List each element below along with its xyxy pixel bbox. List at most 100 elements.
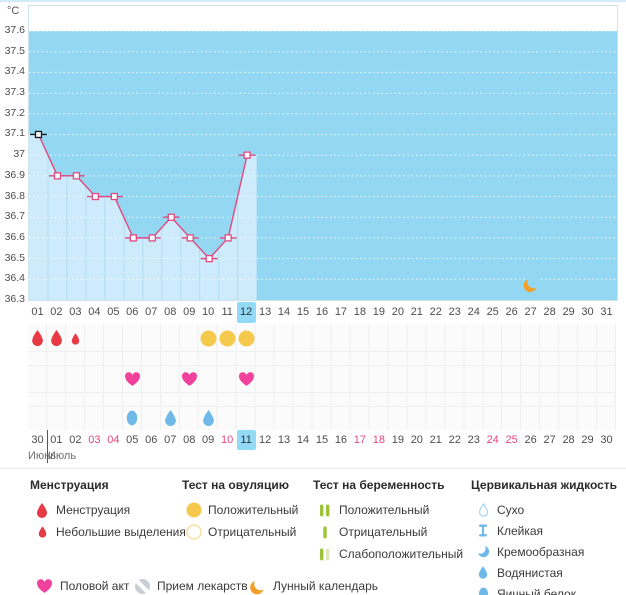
day-cell[interactable]: 26 <box>502 302 521 323</box>
day-cell[interactable]: 20 <box>407 430 426 450</box>
day-cell[interactable]: 30 <box>578 302 597 323</box>
day-cell[interactable]: 01 <box>47 430 66 450</box>
y-tick-label: 36.9 <box>4 168 25 181</box>
day-cell[interactable]: 04 <box>85 302 104 323</box>
circle-filled-yellow-icon <box>185 502 203 518</box>
day-cell[interactable]: 25 <box>502 430 521 450</box>
day-cell[interactable]: 03 <box>85 430 104 450</box>
day-cell[interactable]: 14 <box>294 430 313 450</box>
day-cell[interactable]: 11 <box>218 302 237 323</box>
y-tick-label: 36.4 <box>4 272 25 285</box>
day-cell[interactable]: 02 <box>47 302 66 323</box>
day-cell[interactable]: 21 <box>407 302 426 323</box>
day-cell[interactable]: 25 <box>483 302 502 323</box>
day-cell[interactable]: 08 <box>180 430 199 450</box>
day-cell[interactable]: 22 <box>445 430 464 450</box>
day-cell[interactable]: 01 <box>28 302 47 323</box>
day-cell[interactable]: 24 <box>464 302 483 323</box>
day-cell[interactable]: 22 <box>426 302 445 323</box>
day-cell[interactable]: 03 <box>66 302 85 323</box>
intercourse-heart-icon <box>124 371 141 392</box>
legend-item-label: Клейкая <box>497 523 544 538</box>
day-cell[interactable]: 31 <box>597 302 616 323</box>
legend-item-label: Положительный <box>339 503 430 517</box>
day-cell[interactable]: 06 <box>142 430 161 450</box>
month-label-next: Июль <box>48 450 77 462</box>
day-cell[interactable]: 29 <box>559 302 578 323</box>
day-cell[interactable]: 26 <box>521 430 540 450</box>
drop-filled-icon <box>474 566 492 579</box>
legend-cervical: Цервикальная жидкость Сухо Клейкая Кремо… <box>471 478 617 595</box>
day-cell[interactable]: 02 <box>66 430 85 450</box>
day-cell[interactable]: 06 <box>123 302 142 323</box>
pill-icon <box>135 578 150 594</box>
cervical-fluid-icon <box>202 410 215 431</box>
day-cell[interactable]: 13 <box>256 302 275 323</box>
day-cell[interactable]: 23 <box>464 430 483 450</box>
day-cell[interactable]: 05 <box>123 430 142 450</box>
temperature-plot[interactable] <box>28 5 618 301</box>
day-cell[interactable]: 19 <box>388 430 407 450</box>
drop-outline-icon <box>474 502 492 517</box>
day-cell[interactable]: 16 <box>331 430 350 450</box>
day-cell[interactable]: 17 <box>331 302 350 323</box>
day-cell[interactable]: 28 <box>540 302 559 323</box>
day-cell[interactable]: 12 <box>256 430 275 450</box>
day-cell[interactable]: 28 <box>559 430 578 450</box>
day-cell[interactable]: 29 <box>578 430 597 450</box>
day-cell[interactable]: 10 <box>199 302 218 323</box>
day-cell[interactable]: 23 <box>445 302 464 323</box>
legend-item-label: Менструация <box>56 503 131 517</box>
y-tick-label: 37.1 <box>4 127 25 140</box>
day-cell[interactable]: 15 <box>313 430 332 450</box>
day-cell[interactable]: 21 <box>426 430 445 450</box>
day-cell[interactable]: 17 <box>350 430 369 450</box>
day-cell[interactable]: 15 <box>294 302 313 323</box>
day-cell[interactable]: 04 <box>104 430 123 450</box>
day-cell[interactable]: 16 <box>313 302 332 323</box>
grid-line <box>28 365 616 366</box>
y-tick-label: 36.8 <box>4 189 25 202</box>
drop-large-icon <box>33 502 51 518</box>
legend-item-label: Яичный белок <box>497 586 576 595</box>
day-cell[interactable]: 30 <box>28 430 47 450</box>
legend-separator <box>0 468 626 469</box>
day-cell[interactable]: 08 <box>161 302 180 323</box>
day-cell[interactable]: 12 <box>236 302 256 323</box>
day-cell[interactable]: 14 <box>275 302 294 323</box>
heart-icon <box>36 578 53 594</box>
day-cell[interactable]: 19 <box>369 302 388 323</box>
legend-item-egg-white: Яичный белок <box>471 583 617 595</box>
legend-item-watery: Водянистая <box>471 562 617 583</box>
y-tick-label: 37 <box>13 148 25 161</box>
day-cell[interactable]: 24 <box>483 430 502 450</box>
day-cell[interactable]: 07 <box>142 302 161 323</box>
day-cell[interactable]: 20 <box>388 302 407 323</box>
y-tick-label: 37.6 <box>4 24 25 36</box>
legend-intercourse: Половой акт <box>36 576 129 595</box>
one-green-bar-icon <box>316 526 334 539</box>
grid-line <box>28 406 616 407</box>
legend-menstruation-title: Менструация <box>30 478 109 492</box>
day-cell[interactable]: 18 <box>350 302 369 323</box>
day-cell[interactable]: 07 <box>161 430 180 450</box>
legend-item-spotting: Небольшие выделения <box>30 521 186 543</box>
day-cell[interactable]: 10 <box>218 430 237 450</box>
legend-item-sticky: Клейкая <box>471 520 617 541</box>
temperature-unit-label: °C <box>7 5 20 17</box>
day-cell[interactable]: 09 <box>199 430 218 450</box>
green-pale-bars-icon <box>316 548 334 561</box>
day-cell[interactable]: 18 <box>369 430 388 450</box>
legend-item-label: Слабоположительный <box>339 547 464 561</box>
day-cell[interactable]: 30 <box>597 430 616 450</box>
day-cell[interactable]: 27 <box>540 430 559 450</box>
legend-cervical-title: Цервикальная жидкость <box>471 478 618 492</box>
day-cell[interactable]: 05 <box>104 302 123 323</box>
cervical-fluid-icon <box>164 410 177 431</box>
circle-outline-yellow-icon <box>185 524 203 540</box>
day-cell[interactable]: 13 <box>275 430 294 450</box>
day-cell[interactable]: 11 <box>236 430 256 450</box>
legend-pregnancy: Тест на беременность Положительный Отриц… <box>313 478 463 565</box>
day-cell[interactable]: 27 <box>521 302 540 323</box>
day-cell[interactable]: 09 <box>180 302 199 323</box>
